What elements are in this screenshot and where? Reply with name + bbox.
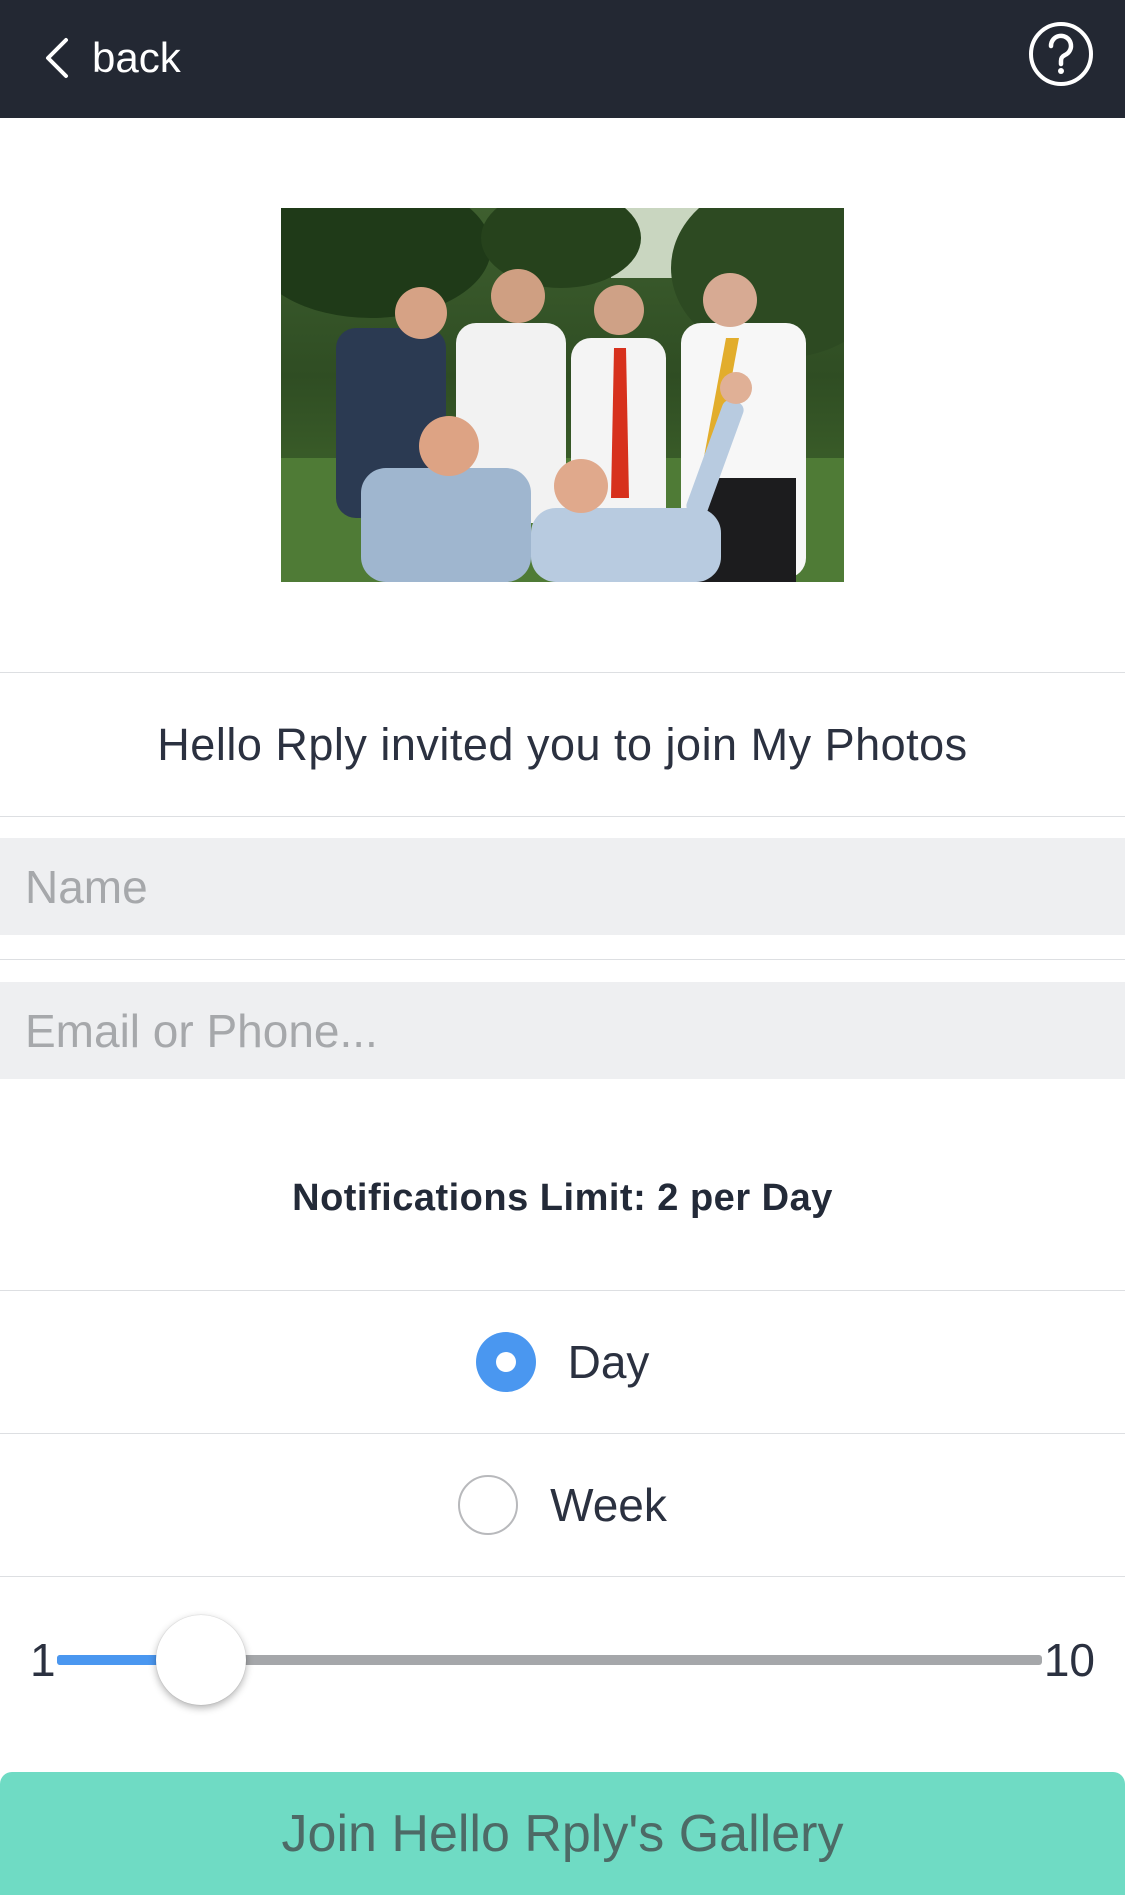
radio-option-day[interactable]: Day xyxy=(0,1291,1125,1433)
divider xyxy=(0,672,1125,673)
radio-button-selected[interactable] xyxy=(475,1332,536,1392)
invite-message: Hello Rply invited you to join My Photos xyxy=(157,719,968,770)
radio-label-day: Day xyxy=(567,1336,650,1388)
radio-button-unselected[interactable] xyxy=(458,1475,519,1535)
divider xyxy=(0,959,1125,960)
gallery-cover-photo xyxy=(281,208,844,582)
chevron-left-icon xyxy=(46,38,68,78)
radio-label-week: Week xyxy=(550,1479,667,1531)
radio-option-week[interactable]: Week xyxy=(0,1434,1125,1576)
slider-max-label: 10 xyxy=(1043,1634,1095,1686)
email-or-phone-field[interactable] xyxy=(0,982,1125,1079)
join-gallery-label: Join Hello Rply's Gallery xyxy=(281,1804,844,1863)
back-button[interactable]: back xyxy=(40,28,181,88)
top-bar: back xyxy=(0,0,1125,118)
question-circle-icon[interactable] xyxy=(1027,20,1095,88)
notification-limit-slider[interactable]: 1 10 xyxy=(0,1610,1125,1710)
notifications-limit-title: Notifications Limit: 2 per Day xyxy=(292,1177,833,1219)
join-gallery-button[interactable]: Join Hello Rply's Gallery xyxy=(0,1772,1125,1895)
divider xyxy=(0,816,1125,817)
slider-min-label: 1 xyxy=(30,1634,56,1686)
slider-thumb[interactable] xyxy=(156,1615,247,1705)
name-field[interactable] xyxy=(0,838,1125,935)
divider xyxy=(0,1576,1125,1577)
back-label: back xyxy=(92,34,181,81)
